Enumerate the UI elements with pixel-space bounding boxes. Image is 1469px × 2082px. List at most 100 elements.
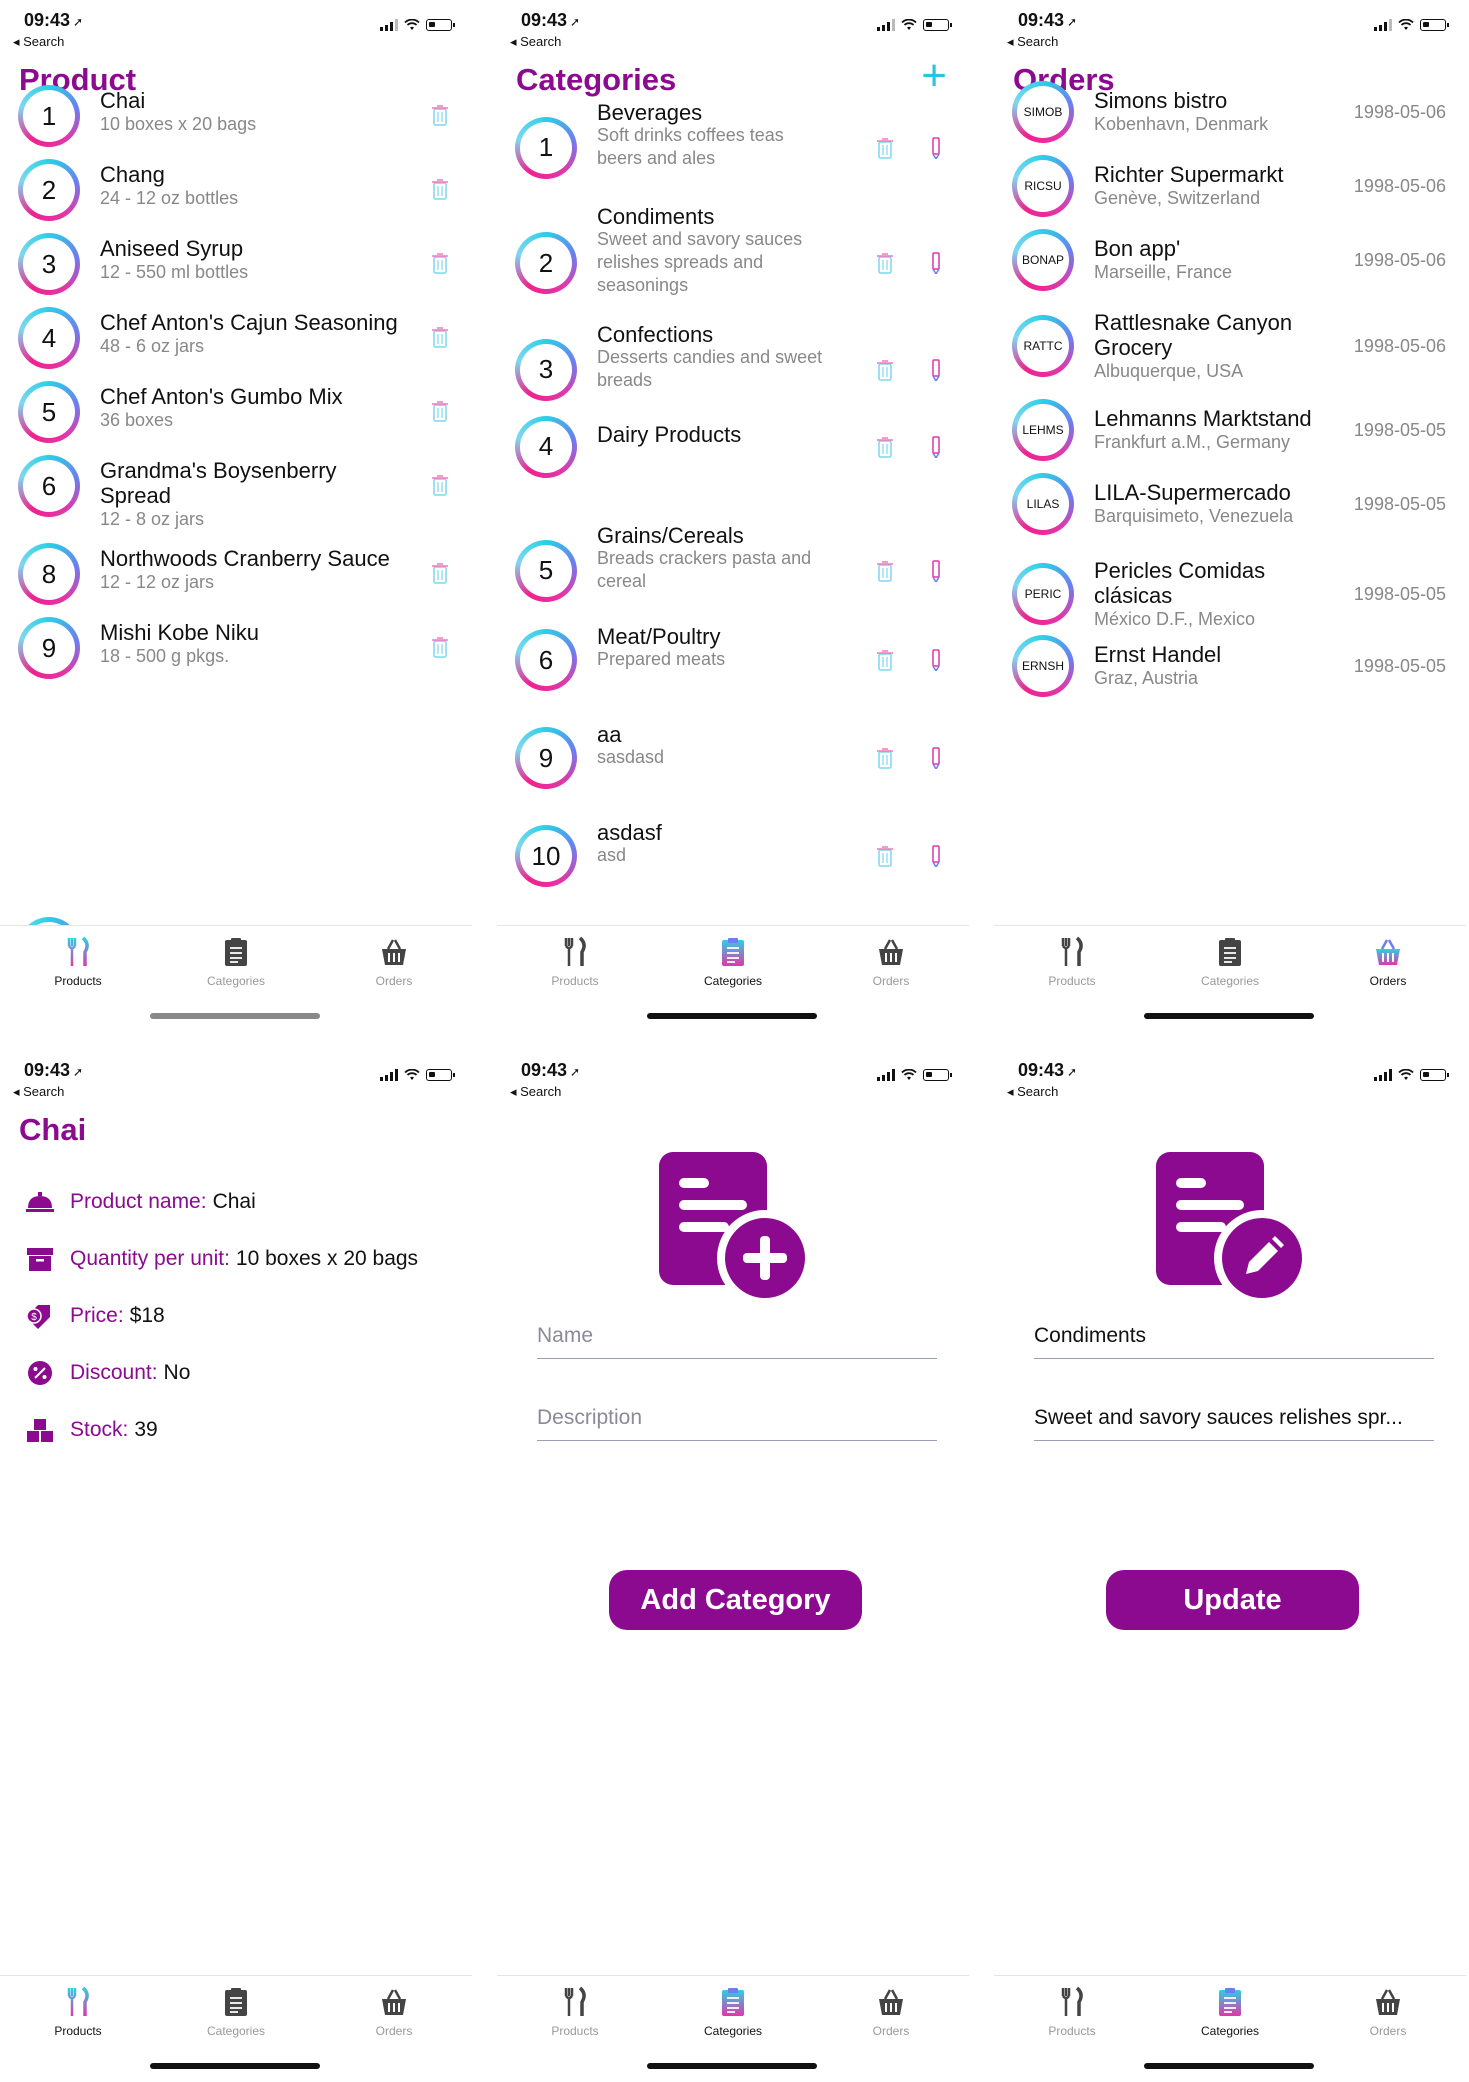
clipboard-list-icon — [1219, 1988, 1241, 2016]
tab-orders[interactable]: Orders — [831, 936, 951, 988]
tab-categories[interactable]: Categories — [176, 1986, 296, 2038]
pencil-icon[interactable] — [931, 136, 941, 160]
description-field[interactable] — [537, 1398, 937, 1441]
number-badge: 2 — [18, 159, 80, 221]
back-to-search[interactable]: ◂ Search — [13, 34, 64, 50]
trash-icon[interactable] — [432, 400, 448, 422]
svg-text:$: $ — [31, 1312, 37, 1323]
name-field[interactable] — [1034, 1316, 1434, 1359]
description-field[interactable] — [1034, 1398, 1434, 1441]
tab-bar: Products Categories Orders — [0, 925, 472, 1032]
item-subtitle: Sweet and savory sauces — [597, 229, 803, 249]
trash-icon[interactable] — [432, 326, 448, 348]
battery-icon — [923, 19, 952, 31]
tab-products[interactable]: Products — [515, 1986, 635, 2038]
trash-icon[interactable] — [432, 104, 448, 126]
back-to-search[interactable]: ◂ Search — [1007, 1084, 1058, 1100]
pencil-icon[interactable] — [931, 559, 941, 583]
name-field[interactable] — [537, 1316, 937, 1359]
trash-icon[interactable] — [877, 747, 893, 769]
tab-products[interactable]: Products — [1012, 936, 1132, 988]
description-input[interactable] — [1034, 1398, 1434, 1438]
customer-name: LILA-Supermercado — [1094, 480, 1291, 505]
tab-orders[interactable]: Orders — [1328, 1986, 1448, 2038]
tab-categories[interactable]: Categories — [176, 936, 296, 988]
pencil-icon[interactable] — [931, 252, 941, 276]
update-button[interactable]: Update — [1106, 1570, 1359, 1630]
tab-bar: Products Categories Orders — [994, 1975, 1466, 2082]
tab-orders[interactable]: Orders — [831, 1986, 951, 2038]
back-to-search[interactable]: ◂ Search — [510, 34, 561, 50]
name-input[interactable] — [537, 1316, 937, 1356]
customer-location: Kobenhavn, Denmark — [1094, 114, 1269, 134]
wifi-icon — [901, 19, 917, 30]
trash-icon[interactable] — [877, 560, 893, 582]
trash-icon[interactable] — [432, 636, 448, 658]
customer-name: Richter Supermarkt — [1094, 162, 1284, 187]
tab-products[interactable]: Products — [1012, 1986, 1132, 2038]
trash-icon[interactable] — [877, 649, 893, 671]
pencil-icon[interactable] — [931, 649, 941, 673]
back-to-search[interactable]: ◂ Search — [13, 1084, 64, 1100]
wifi-icon — [404, 19, 420, 30]
battery-icon — [426, 1069, 455, 1081]
battery-icon — [1420, 1069, 1449, 1081]
trash-icon[interactable] — [877, 436, 893, 458]
trash-icon[interactable] — [432, 474, 448, 496]
back-to-search[interactable]: ◂ Search — [510, 1084, 561, 1100]
add-category-button[interactable]: + — [921, 54, 947, 98]
description-input[interactable] — [537, 1398, 937, 1438]
item-name: Meat/Poultry — [597, 624, 721, 649]
customer-code-badge: SIMOB — [1012, 81, 1074, 143]
tab-orders[interactable]: Orders — [334, 1986, 454, 2038]
tab-orders[interactable]: Orders — [334, 936, 454, 988]
customer-location: México D.F., Mexico — [1094, 609, 1256, 629]
customer-code-badge: BONAP — [1012, 229, 1074, 291]
tab-products[interactable]: Products — [18, 936, 138, 988]
customer-name: Grocery — [1094, 335, 1173, 360]
pencil-icon[interactable] — [931, 435, 941, 459]
add-category-submit-button[interactable]: Add Category — [609, 1570, 862, 1630]
pencil-icon[interactable] — [931, 845, 941, 869]
pencil-icon[interactable] — [931, 747, 941, 771]
trash-icon[interactable] — [877, 252, 893, 274]
customer-name: Ernst Handel — [1094, 642, 1222, 667]
tab-categories[interactable]: Categories — [1170, 936, 1290, 988]
number-badge: 9 — [18, 617, 80, 679]
tab-categories[interactable]: Categories — [673, 1986, 793, 2038]
tab-orders[interactable]: Orders — [1328, 936, 1448, 988]
trash-icon[interactable] — [432, 178, 448, 200]
tab-categories[interactable]: Categories — [1170, 1986, 1290, 2038]
tab-products[interactable]: Products — [515, 936, 635, 988]
item-subtitle: 36 boxes — [100, 410, 174, 430]
number-badge: 2 — [515, 232, 577, 294]
item-subtitle: 48 - 6 oz jars — [100, 336, 205, 356]
trash-icon[interactable] — [877, 845, 893, 867]
tab-products[interactable]: Products — [18, 1986, 138, 2038]
item-name: aa — [597, 722, 622, 747]
item-name: Condiments — [597, 204, 715, 229]
item-subtitle: breads — [597, 370, 653, 390]
item-subtitle: sasdasd — [597, 747, 665, 767]
status-indicators — [877, 1069, 952, 1081]
trash-icon[interactable] — [877, 137, 893, 159]
edit-category-screen: 09:43➚ ◂ Search Update Products Categori… — [994, 1050, 1466, 2082]
name-input[interactable] — [1034, 1316, 1434, 1356]
trash-icon[interactable] — [877, 359, 893, 381]
status-time: 09:43 ➚ — [521, 10, 581, 30]
order-date: 1998-05-06 — [1353, 250, 1446, 270]
tab-categories[interactable]: Categories — [673, 936, 793, 988]
trash-icon[interactable] — [432, 562, 448, 584]
basket-icon — [879, 939, 903, 965]
back-to-search[interactable]: ◂ Search — [1007, 34, 1058, 50]
pencil-icon[interactable] — [931, 358, 941, 382]
clipboard-list-icon — [722, 938, 744, 966]
number-badge: 3 — [515, 338, 577, 401]
item-name: Chef Anton's Cajun Seasoning — [100, 310, 398, 335]
number-badge: 4 — [18, 307, 80, 369]
detail-row-product-name: Product name: Chai — [24, 1188, 256, 1216]
number-badge: 1 — [18, 85, 80, 147]
trash-icon[interactable] — [432, 252, 448, 274]
number-badge: 6 — [18, 455, 80, 517]
item-subtitle: relishes spreads and — [597, 252, 764, 272]
